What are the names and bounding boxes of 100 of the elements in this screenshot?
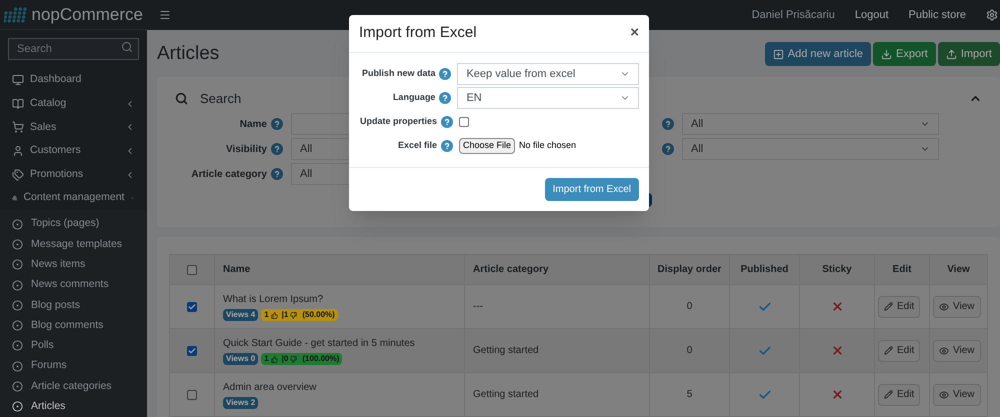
- cross-icon: [830, 388, 844, 401]
- eye-icon: [939, 346, 949, 356]
- tag-icon: [12, 168, 24, 181]
- select-field[interactable]: All: [682, 113, 939, 136]
- column-header: View: [947, 264, 970, 275]
- download-icon: [881, 48, 892, 60]
- file-status: No file chosen: [519, 139, 576, 152]
- sidebar-subitem[interactable]: News items: [0, 254, 147, 275]
- choose-file-button[interactable]: Choose File: [459, 138, 516, 154]
- select-field[interactable]: EN: [457, 87, 639, 109]
- select-field[interactable]: Keep value from excel: [457, 63, 639, 85]
- column-header: Published: [740, 264, 788, 275]
- view-button[interactable]: View: [933, 340, 980, 362]
- help-icon: [662, 143, 674, 156]
- column-header: Sticky: [822, 264, 852, 275]
- view-button[interactable]: View: [933, 296, 980, 318]
- thumbs-up-icon: [270, 312, 278, 318]
- help-icon: [271, 143, 283, 156]
- page-title: Articles: [157, 42, 220, 66]
- checkbox[interactable]: [187, 302, 197, 312]
- checkbox[interactable]: [187, 390, 197, 400]
- sidebar-subitem[interactable]: Articles: [0, 396, 147, 417]
- action-button[interactable]: Import: [938, 42, 1000, 66]
- sidebar-search-field[interactable]: Search: [8, 38, 139, 60]
- checkbox[interactable]: [187, 346, 197, 356]
- sidebar-item[interactable]: Customers: [0, 139, 147, 163]
- sidebar-subitem[interactable]: Article categories: [0, 376, 147, 397]
- sidebar-item[interactable]: Promotions: [0, 162, 147, 186]
- nav-link[interactable]: Public store: [908, 6, 966, 24]
- search-icon: [175, 92, 188, 105]
- field-label: Article category: [191, 168, 267, 182]
- sidebar-subitem[interactable]: Blog posts: [0, 295, 147, 316]
- help-icon: [439, 92, 452, 104]
- circle-dot-icon: [12, 218, 23, 230]
- sidebar-subitem[interactable]: Message templates: [0, 234, 147, 255]
- circle-dot-icon: [12, 300, 23, 311]
- dialog-title: Import from Excel: [359, 23, 477, 44]
- sidebar-subitem[interactable]: News comments: [0, 274, 147, 296]
- rating-badge: 1 |0 (100.00%): [261, 353, 342, 365]
- article-name[interactable]: What is Lorem Ipsum?: [223, 292, 456, 307]
- sidebar-subitem[interactable]: Blog comments: [0, 316, 147, 336]
- category-text: Getting started: [473, 345, 539, 356]
- menu-icon[interactable]: [159, 9, 171, 21]
- search-title: Search: [200, 90, 242, 108]
- nav-link[interactable]: Logout: [854, 6, 889, 24]
- views-badge: Views 0: [223, 353, 258, 365]
- display-order: 0: [686, 345, 692, 356]
- import-button[interactable]: Import from Excel: [544, 178, 639, 201]
- checkbox[interactable]: [459, 117, 469, 127]
- help-icon: [271, 118, 283, 130]
- sidebar-subitem[interactable]: Forums: [0, 356, 147, 376]
- circle-dot-icon: [12, 238, 23, 250]
- sidebar-subitem[interactable]: Polls: [0, 336, 147, 356]
- edit-button[interactable]: Edit: [878, 384, 920, 406]
- sidebar-item[interactable]: Dashboard: [0, 68, 147, 92]
- help-icon: [441, 140, 453, 152]
- checkbox[interactable]: [187, 264, 197, 274]
- search-icon: [121, 41, 133, 54]
- field-label: Visibility: [226, 142, 267, 157]
- sidebar-item[interactable]: Content management: [0, 186, 147, 210]
- cross-icon: [830, 300, 844, 313]
- check-icon: [758, 300, 772, 314]
- column-header: Name: [223, 264, 250, 275]
- circle-dot-icon: [12, 259, 23, 270]
- edit-button[interactable]: Edit: [878, 340, 920, 362]
- field-label: Publish new data: [362, 67, 436, 80]
- book-icon: [12, 98, 24, 110]
- brand-name: nopCommerce: [32, 4, 143, 26]
- action-button[interactable]: Export: [873, 42, 936, 66]
- circle-dot-icon: [12, 381, 23, 392]
- pencil-icon: [884, 390, 893, 399]
- settings-icon[interactable]: [986, 9, 998, 21]
- circle-dot-icon: [12, 340, 23, 352]
- action-button[interactable]: Add new article: [764, 42, 872, 66]
- monitor-icon: [12, 74, 24, 86]
- sidebar-item[interactable]: Catalog: [0, 92, 147, 116]
- article-name[interactable]: Admin area overview: [223, 380, 456, 395]
- edit-button[interactable]: Edit: [878, 296, 920, 318]
- thumbs-up-icon: [270, 356, 278, 362]
- column-header: Article category: [473, 264, 549, 275]
- check-icon: [758, 388, 772, 402]
- sidebar-subitem[interactable]: Topics (pages): [0, 214, 147, 234]
- cross-icon: [830, 344, 844, 357]
- help-icon: [441, 116, 453, 128]
- rating-badge: 1 |1 (50.00%): [261, 309, 338, 321]
- help-icon: [439, 68, 452, 80]
- eye-icon: [939, 390, 949, 400]
- close-button[interactable]: ×: [630, 22, 639, 45]
- article-name[interactable]: Quick Start Guide - get started in 5 minutes: [223, 336, 456, 351]
- display-order: 0: [686, 301, 692, 312]
- pencil-icon: [884, 302, 893, 311]
- help-icon: [662, 118, 674, 130]
- field-label: Update properties: [360, 115, 437, 128]
- user-name: Daniel Prisăcariu: [752, 8, 835, 23]
- field-label: Excel file: [398, 139, 437, 152]
- select-field[interactable]: All: [682, 138, 939, 160]
- column-header: Edit: [892, 264, 912, 275]
- pencil-icon: [884, 346, 893, 355]
- sidebar-item[interactable]: Sales: [0, 116, 147, 140]
- view-button[interactable]: View: [933, 384, 980, 406]
